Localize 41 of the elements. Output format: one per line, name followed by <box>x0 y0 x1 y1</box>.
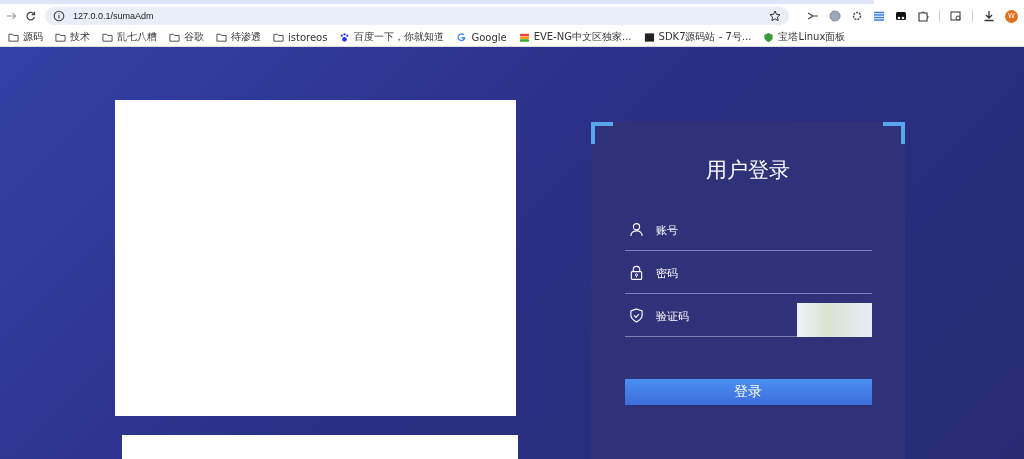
bookmark-item[interactable]: SDK7源码站 - 7号... <box>643 30 752 44</box>
user-icon <box>628 222 644 237</box>
reload-icon[interactable] <box>25 10 37 22</box>
info-icon[interactable] <box>52 10 65 22</box>
lock-icon <box>628 265 644 280</box>
folder-icon <box>273 31 284 43</box>
folder-icon <box>55 31 66 43</box>
google-g-icon <box>456 31 468 43</box>
puzzle-icon[interactable] <box>917 10 929 22</box>
shield-icon <box>763 31 775 43</box>
bookmark-item[interactable]: 乱七八糟 <box>102 30 157 44</box>
folder-icon <box>102 31 113 43</box>
folder-icon <box>216 31 227 43</box>
download-icon[interactable] <box>983 10 995 22</box>
list-icon[interactable] <box>873 10 885 22</box>
bookmark-item[interactable]: 待渗透 <box>216 30 261 44</box>
bookmark-item[interactable]: istoreos <box>273 31 328 43</box>
address-bar[interactable]: 127.0.0.1/sumaAdm <box>44 7 789 25</box>
folder-icon <box>169 31 180 43</box>
star-icon[interactable] <box>769 10 781 22</box>
password-input[interactable]: 密码 <box>655 266 872 279</box>
stack-icon <box>518 31 530 43</box>
bookmark-item[interactable]: 源码 <box>8 30 43 44</box>
corner-bracket <box>591 122 613 144</box>
bookmark-item[interactable]: 宝塔Linux面板 <box>763 30 846 44</box>
bookmark-item[interactable]: 技术 <box>55 30 90 44</box>
paw-icon <box>339 31 351 43</box>
square-icon <box>643 31 655 43</box>
bookmark-item[interactable]: 谷歌 <box>169 30 204 44</box>
circle-icon[interactable] <box>829 10 841 22</box>
shield-check-icon <box>628 308 644 323</box>
login-title: 用户登录 <box>706 157 790 184</box>
bookmark-item[interactable]: EVE-NG中文区独家... <box>518 30 632 44</box>
corner-bracket <box>883 122 905 144</box>
bookmark-item[interactable]: 百度一下，你就知道 <box>339 30 445 44</box>
account-input[interactable]: 账号 <box>655 223 872 236</box>
folder-icon <box>8 31 19 43</box>
scissors-icon[interactable] <box>807 10 819 22</box>
bookmark-item[interactable]: Google <box>456 31 507 43</box>
login-button[interactable]: 登录 <box>624 379 872 405</box>
captcha-input[interactable]: 验证码 <box>655 309 785 322</box>
